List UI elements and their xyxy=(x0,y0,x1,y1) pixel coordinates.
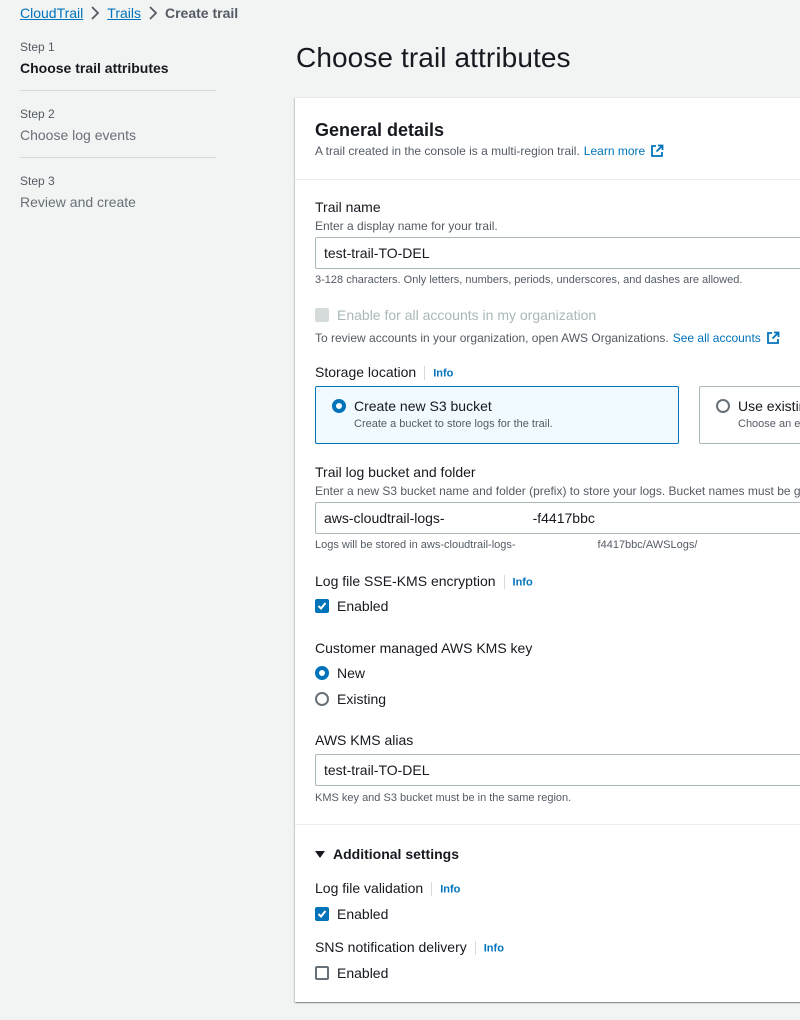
caret-down-icon xyxy=(315,850,325,858)
storage-location-heading: Storage location Info xyxy=(315,364,453,381)
log-validation-info-link[interactable]: Info xyxy=(440,883,460,895)
external-link-icon[interactable] xyxy=(766,331,780,345)
kms-new-radio[interactable] xyxy=(315,666,329,680)
panel-description-text: A trail created in the console is a mult… xyxy=(315,144,580,158)
step-number: Step 2 xyxy=(20,107,55,121)
bucket-constraint: Logs will be stored in aws-cloudtrail-lo… xyxy=(315,539,697,551)
log-validation-checkbox[interactable] xyxy=(315,907,329,921)
page-title: Choose trail attributes xyxy=(296,42,571,73)
kms-alias-label: AWS KMS alias xyxy=(315,732,414,748)
checkmark-icon xyxy=(317,910,327,918)
log-validation-checkbox-row: Enabled xyxy=(315,906,388,922)
chevron-right-icon xyxy=(141,6,165,20)
section-divider xyxy=(295,824,800,825)
sns-checkbox-row: Enabled xyxy=(315,965,388,981)
external-link-icon[interactable] xyxy=(650,144,664,158)
step-title: Choose log events xyxy=(20,127,136,143)
wizard-steps: Step 1 Choose trail attributes Step 2 Ch… xyxy=(20,40,216,224)
info-separator xyxy=(503,575,505,590)
kms-alias-constraint: KMS key and S3 bucket must be in the sam… xyxy=(315,792,572,804)
learn-more-link[interactable]: Learn more xyxy=(584,144,645,158)
tile-use-existing-s3-bucket[interactable]: Use existin Choose an e xyxy=(699,386,800,444)
sse-checkbox-row: Enabled xyxy=(315,598,388,614)
bucket-label: Trail log bucket and folder xyxy=(315,464,476,480)
additional-settings-toggle[interactable]: Additional settings xyxy=(315,846,459,862)
sns-info-link[interactable]: Info xyxy=(484,942,504,954)
sns-checkbox-label: Enabled xyxy=(337,965,389,981)
tile-description: Create a bucket to store logs for the tr… xyxy=(354,418,553,430)
redacted-region xyxy=(516,539,598,551)
see-all-accounts-link[interactable]: See all accounts xyxy=(673,331,761,345)
bucket-description: Enter a new S3 bucket name and folder (p… xyxy=(315,484,800,498)
organization-checkbox-row: Enable for all accounts in my organizati… xyxy=(315,307,596,323)
storage-info-link[interactable]: Info xyxy=(433,367,453,379)
bucket-constraint-prefix: Logs will be stored in aws-cloudtrail-lo… xyxy=(315,539,516,551)
create-bucket-radio[interactable] xyxy=(332,399,346,413)
step-number: Step 3 xyxy=(20,174,55,188)
organization-checkbox[interactable] xyxy=(315,308,329,322)
breadcrumb-cloudtrail-link[interactable]: CloudTrail xyxy=(20,5,83,21)
wizard-step-2: Step 2 Choose log events xyxy=(20,90,216,157)
step-title: Choose trail attributes xyxy=(20,60,169,76)
sse-info-link[interactable]: Info xyxy=(513,576,533,588)
wizard-step-3: Step 3 Review and create xyxy=(20,157,216,224)
storage-location-label: Storage location xyxy=(315,364,417,380)
step-number: Step 1 xyxy=(20,40,55,54)
info-separator xyxy=(474,941,476,956)
bucket-value-prefix: aws-cloudtrail-logs- xyxy=(324,510,445,526)
breadcrumb: CloudTrail Trails Create trail xyxy=(20,3,238,23)
sse-heading: Log file SSE-KMS encryption Info xyxy=(315,573,533,590)
sse-label: Log file SSE-KMS encryption xyxy=(315,573,496,589)
trail-name-input[interactable]: test-trail-TO-DEL xyxy=(315,237,800,269)
log-validation-label: Log file validation xyxy=(315,880,424,896)
general-details-panel: General details A trail created in the c… xyxy=(295,97,800,1002)
sns-heading: SNS notification delivery Info xyxy=(315,939,504,956)
sse-checkbox[interactable] xyxy=(315,599,329,613)
kms-new-label: New xyxy=(337,665,366,681)
info-separator xyxy=(424,366,426,381)
tile-description: Choose an e xyxy=(738,418,800,430)
bucket-value-suffix: -f4417bbc xyxy=(532,510,595,526)
trail-name-constraint: 3-128 characters. Only letters, numbers,… xyxy=(315,274,743,286)
info-separator xyxy=(431,882,433,897)
bucket-constraint-suffix: f4417bbc/AWSLogs/ xyxy=(597,539,698,551)
tile-label: Use existin xyxy=(738,398,800,414)
step-title: Review and create xyxy=(20,194,136,210)
kms-existing-label: Existing xyxy=(337,691,387,707)
sns-checkbox[interactable] xyxy=(315,966,329,980)
tile-label: Create new S3 bucket xyxy=(354,398,492,414)
log-validation-heading: Log file validation Info xyxy=(315,880,460,897)
wizard-step-1: Step 1 Choose trail attributes xyxy=(20,40,216,90)
kms-key-label: Customer managed AWS KMS key xyxy=(315,640,533,656)
bucket-input[interactable]: aws-cloudtrail-logs- -f4417bbc xyxy=(315,502,800,534)
panel-title: General details xyxy=(315,120,445,140)
organization-checkbox-label: Enable for all accounts in my organizati… xyxy=(337,307,597,323)
use-existing-bucket-radio[interactable] xyxy=(716,399,730,413)
chevron-right-icon xyxy=(83,6,107,20)
sns-label: SNS notification delivery xyxy=(315,939,467,955)
kms-alias-input[interactable]: test-trail-TO-DEL xyxy=(315,754,800,786)
panel-header: General details A trail created in the c… xyxy=(295,98,800,180)
kms-existing-radio[interactable] xyxy=(315,692,329,706)
kms-key-option-new[interactable]: New xyxy=(315,665,365,681)
page: CloudTrail Trails Create trail Step 1 Ch… xyxy=(0,0,800,1020)
panel-description: A trail created in the console is a mult… xyxy=(315,144,664,158)
kms-key-option-existing[interactable]: Existing xyxy=(315,691,386,707)
breadcrumb-trails-link[interactable]: Trails xyxy=(107,5,141,21)
trail-name-description: Enter a display name for your trail. xyxy=(315,219,498,233)
breadcrumb-current: Create trail xyxy=(164,5,239,21)
sse-checkbox-label: Enabled xyxy=(337,598,389,614)
trail-name-label: Trail name xyxy=(315,199,381,215)
organization-description-text: To review accounts in your organization,… xyxy=(315,331,669,345)
organization-description: To review accounts in your organization,… xyxy=(315,331,780,345)
additional-settings-title: Additional settings xyxy=(333,846,459,862)
log-validation-checkbox-label: Enabled xyxy=(337,906,389,922)
checkmark-icon xyxy=(317,602,327,610)
tile-create-new-s3-bucket[interactable]: Create new S3 bucket Create a bucket to … xyxy=(315,386,679,444)
